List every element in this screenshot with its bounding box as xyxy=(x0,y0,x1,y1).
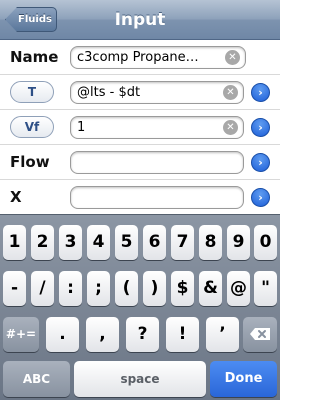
vf-field[interactable]: 1 ✕ xyxy=(70,116,244,139)
clear-icon[interactable]: ✕ xyxy=(225,50,240,65)
row-name: Name c3comp Propane… ✕ xyxy=(0,40,280,75)
key-open-paren[interactable]: ( xyxy=(115,271,138,306)
name-field[interactable]: c3comp Propane… ✕ xyxy=(70,46,246,69)
key-semicolon[interactable]: ; xyxy=(87,271,110,306)
key-period[interactable]: . xyxy=(46,317,79,352)
key-6[interactable]: 6 xyxy=(143,225,166,260)
flow-label: Flow xyxy=(10,153,50,171)
row-t: T @lts - $dt ✕ › xyxy=(0,75,280,110)
name-label: Name xyxy=(10,48,59,66)
numeric-keyboard: 1 2 3 4 5 6 7 8 9 0 - / : ; ( ) $ & @ " … xyxy=(0,214,280,400)
page-title: Input xyxy=(114,10,166,30)
x-label: X xyxy=(10,188,22,206)
navigation-bar: Fluids Input xyxy=(0,0,280,40)
key-exclamation[interactable]: ! xyxy=(166,317,199,352)
chevron-right-circle-icon[interactable]: › xyxy=(251,153,270,172)
row-x: X › xyxy=(0,180,280,215)
key-minus[interactable]: - xyxy=(3,271,26,306)
symbols-mode-key[interactable]: #+= xyxy=(3,317,39,352)
flow-field[interactable] xyxy=(70,151,244,174)
row-flow: Flow › xyxy=(0,145,280,180)
key-question[interactable]: ? xyxy=(126,317,159,352)
key-9[interactable]: 9 xyxy=(227,225,250,260)
name-field-value: c3comp Propane… xyxy=(77,50,199,65)
key-4[interactable]: 4 xyxy=(87,225,110,260)
t-field-value: @lts - $dt xyxy=(77,85,141,100)
t-button[interactable]: T xyxy=(10,81,54,103)
backspace-key[interactable] xyxy=(243,317,277,352)
chevron-right-circle-icon[interactable]: › xyxy=(251,188,270,207)
input-form: Name c3comp Propane… ✕ T @lts - $dt ✕ › … xyxy=(0,40,280,215)
x-field[interactable] xyxy=(70,186,244,209)
key-0[interactable]: 0 xyxy=(254,225,277,260)
clear-icon[interactable]: ✕ xyxy=(223,120,238,135)
chevron-right-circle-icon[interactable]: › xyxy=(251,118,270,137)
row-vf: Vf 1 ✕ › xyxy=(0,110,280,145)
chevron-right-circle-icon[interactable]: › xyxy=(251,83,270,102)
key-colon[interactable]: : xyxy=(59,271,82,306)
key-apostrophe[interactable]: ’ xyxy=(206,317,239,352)
clear-icon[interactable]: ✕ xyxy=(223,85,238,100)
key-slash[interactable]: / xyxy=(31,271,54,306)
key-2[interactable]: 2 xyxy=(31,225,54,260)
t-field[interactable]: @lts - $dt ✕ xyxy=(70,81,244,104)
key-5[interactable]: 5 xyxy=(115,225,138,260)
key-ampersand[interactable]: & xyxy=(199,271,222,306)
key-1[interactable]: 1 xyxy=(3,225,26,260)
vf-button[interactable]: Vf xyxy=(10,116,54,138)
key-7[interactable]: 7 xyxy=(171,225,194,260)
key-comma[interactable]: , xyxy=(86,317,119,352)
key-3[interactable]: 3 xyxy=(59,225,82,260)
key-8[interactable]: 8 xyxy=(199,225,222,260)
key-quote[interactable]: " xyxy=(254,271,277,306)
done-key[interactable]: Done xyxy=(210,361,277,397)
backspace-icon xyxy=(250,328,270,340)
abc-key[interactable]: ABC xyxy=(3,361,70,397)
key-at[interactable]: @ xyxy=(227,271,250,306)
vf-field-value: 1 xyxy=(77,120,86,135)
key-close-paren[interactable]: ) xyxy=(143,271,166,306)
key-dollar[interactable]: $ xyxy=(171,271,194,306)
space-key[interactable]: space xyxy=(74,361,206,397)
